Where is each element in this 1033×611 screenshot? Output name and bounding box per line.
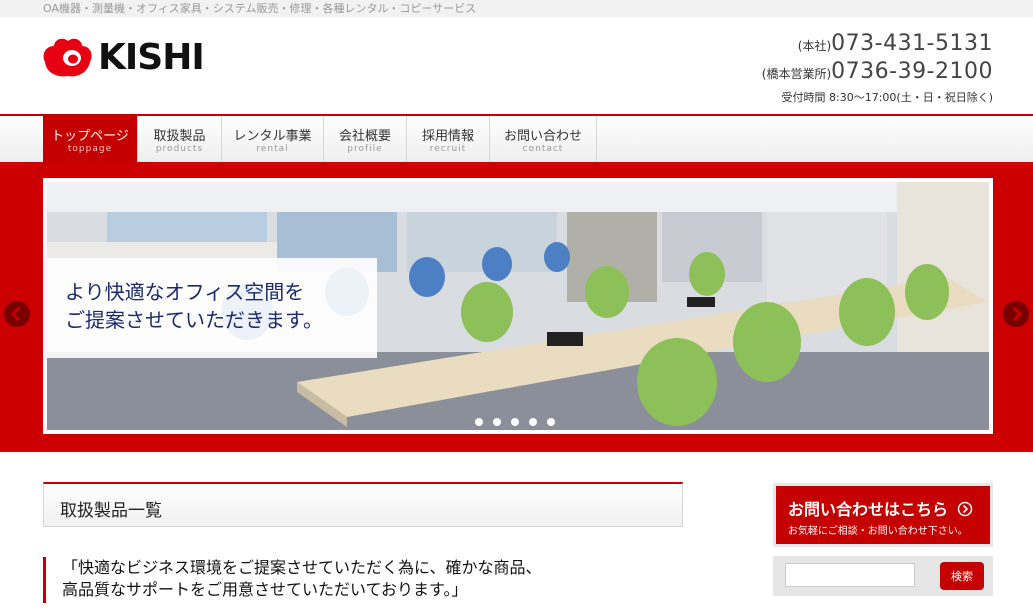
phone-branch: (橋本営業所)0736-39-2100 bbox=[762, 59, 993, 87]
nav-sublabel: toppage bbox=[67, 144, 113, 154]
nav-label: 取扱製品 bbox=[153, 129, 206, 144]
chevron-left-icon bbox=[10, 306, 21, 322]
hero-slide-image: より快適なオフィス空間を ご提案させていただきます。 bbox=[43, 178, 993, 434]
tagline-bar: OA機器・測量機・オフィス家具・システム販売・修理・各種レンタル・コピーサービス bbox=[0, 0, 1033, 17]
nav-sublabel: products bbox=[155, 144, 204, 154]
search-button[interactable]: 検索 bbox=[940, 562, 984, 590]
nav-label: お問い合わせ bbox=[503, 129, 582, 144]
phone-label: (橋本営業所) bbox=[761, 67, 832, 81]
phone-label: (本社) bbox=[797, 39, 832, 53]
cta-main-text: お問い合わせはこちら bbox=[788, 496, 973, 520]
section-title: 取扱製品一覧 bbox=[60, 501, 162, 521]
intro-line2: 高品質なサポートをご用意させていただいております。」 bbox=[62, 580, 468, 599]
slider-dot[interactable] bbox=[493, 418, 501, 426]
contact-cta-banner[interactable]: お問い合わせはこちら お気軽にご相談・お問い合わせ下さい。 bbox=[773, 483, 993, 547]
cta-sub-text: お気軽にご相談・お問い合わせ下さい。 bbox=[788, 526, 968, 537]
circle-arrow-icon bbox=[957, 501, 972, 517]
nav-label: 採用情報 bbox=[421, 129, 474, 144]
slider-dot[interactable] bbox=[529, 418, 537, 426]
slider-dot[interactable] bbox=[511, 418, 519, 426]
chevron-right-icon bbox=[1012, 306, 1023, 322]
hero-caption-line2: ご提案させていただきます。 bbox=[65, 308, 323, 332]
business-hours: 受付時間 8:30〜17:00(土・日・祝日除く) bbox=[781, 91, 993, 104]
contact-block: (本社)073-431-5131 (橋本営業所)0736-39-2100 受付時… bbox=[762, 31, 993, 105]
nav-label: トップページ bbox=[51, 129, 129, 144]
header: KISHI (本社)073-431-5131 (橋本営業所)0736-39-21… bbox=[0, 17, 1033, 114]
hero-caption: より快適なオフィス空間を ご提案させていただきます。 bbox=[47, 258, 377, 358]
phone-number[interactable]: 0736-39-2100 bbox=[831, 59, 993, 84]
nav-item-rental[interactable]: レンタル事業 rental bbox=[222, 116, 324, 162]
nav-sublabel: contact bbox=[522, 144, 564, 154]
slider-pagination bbox=[475, 418, 555, 426]
section-heading: 取扱製品一覧 bbox=[43, 482, 683, 527]
nav-label: 会社概要 bbox=[338, 129, 391, 144]
intro-quote: 「快適なビジネス環境をご提案させていただく為に、確かな商品、 高品質なサポートを… bbox=[43, 557, 542, 603]
search-input[interactable] bbox=[785, 563, 915, 587]
nav-item-contact[interactable]: お問い合わせ contact bbox=[490, 116, 597, 162]
nav-item-products[interactable]: 取扱製品 products bbox=[138, 116, 222, 162]
slider-prev-button[interactable] bbox=[4, 301, 30, 327]
nav-sublabel: profile bbox=[347, 144, 383, 154]
global-nav: トップページ toppage 取扱製品 products レンタル事業 rent… bbox=[0, 114, 1033, 162]
logo-mark-icon bbox=[43, 38, 92, 77]
site-logo[interactable]: KISHI bbox=[42, 37, 205, 78]
nav-sublabel: recruit bbox=[429, 144, 467, 154]
phone-number[interactable]: 073-431-5131 bbox=[831, 31, 993, 56]
hero-caption-line1: より快適なオフィス空間を bbox=[65, 280, 305, 304]
nav-item-recruit[interactable]: 採用情報 recruit bbox=[407, 116, 490, 162]
logo-text: KISHI bbox=[98, 37, 205, 78]
nav-item-profile[interactable]: 会社概要 profile bbox=[324, 116, 407, 162]
slider-dot[interactable] bbox=[475, 418, 483, 426]
tagline-text: OA機器・測量機・オフィス家具・システム販売・修理・各種レンタル・コピーサービス bbox=[43, 2, 477, 15]
nav-sublabel: rental bbox=[256, 144, 289, 154]
search-box: 検索 bbox=[773, 556, 993, 596]
phone-main: (本社)073-431-5131 bbox=[762, 31, 993, 59]
nav-item-toppage[interactable]: トップページ toppage bbox=[43, 116, 138, 162]
slider-dot[interactable] bbox=[547, 418, 555, 426]
slider-next-button[interactable] bbox=[1003, 301, 1029, 327]
hero-slider: より快適なオフィス空間を ご提案させていただきます。 bbox=[0, 162, 1033, 452]
nav-label: レンタル事業 bbox=[233, 129, 312, 144]
intro-line1: 「快適なビジネス環境をご提案させていただく為に、確かな商品、 bbox=[62, 558, 542, 577]
